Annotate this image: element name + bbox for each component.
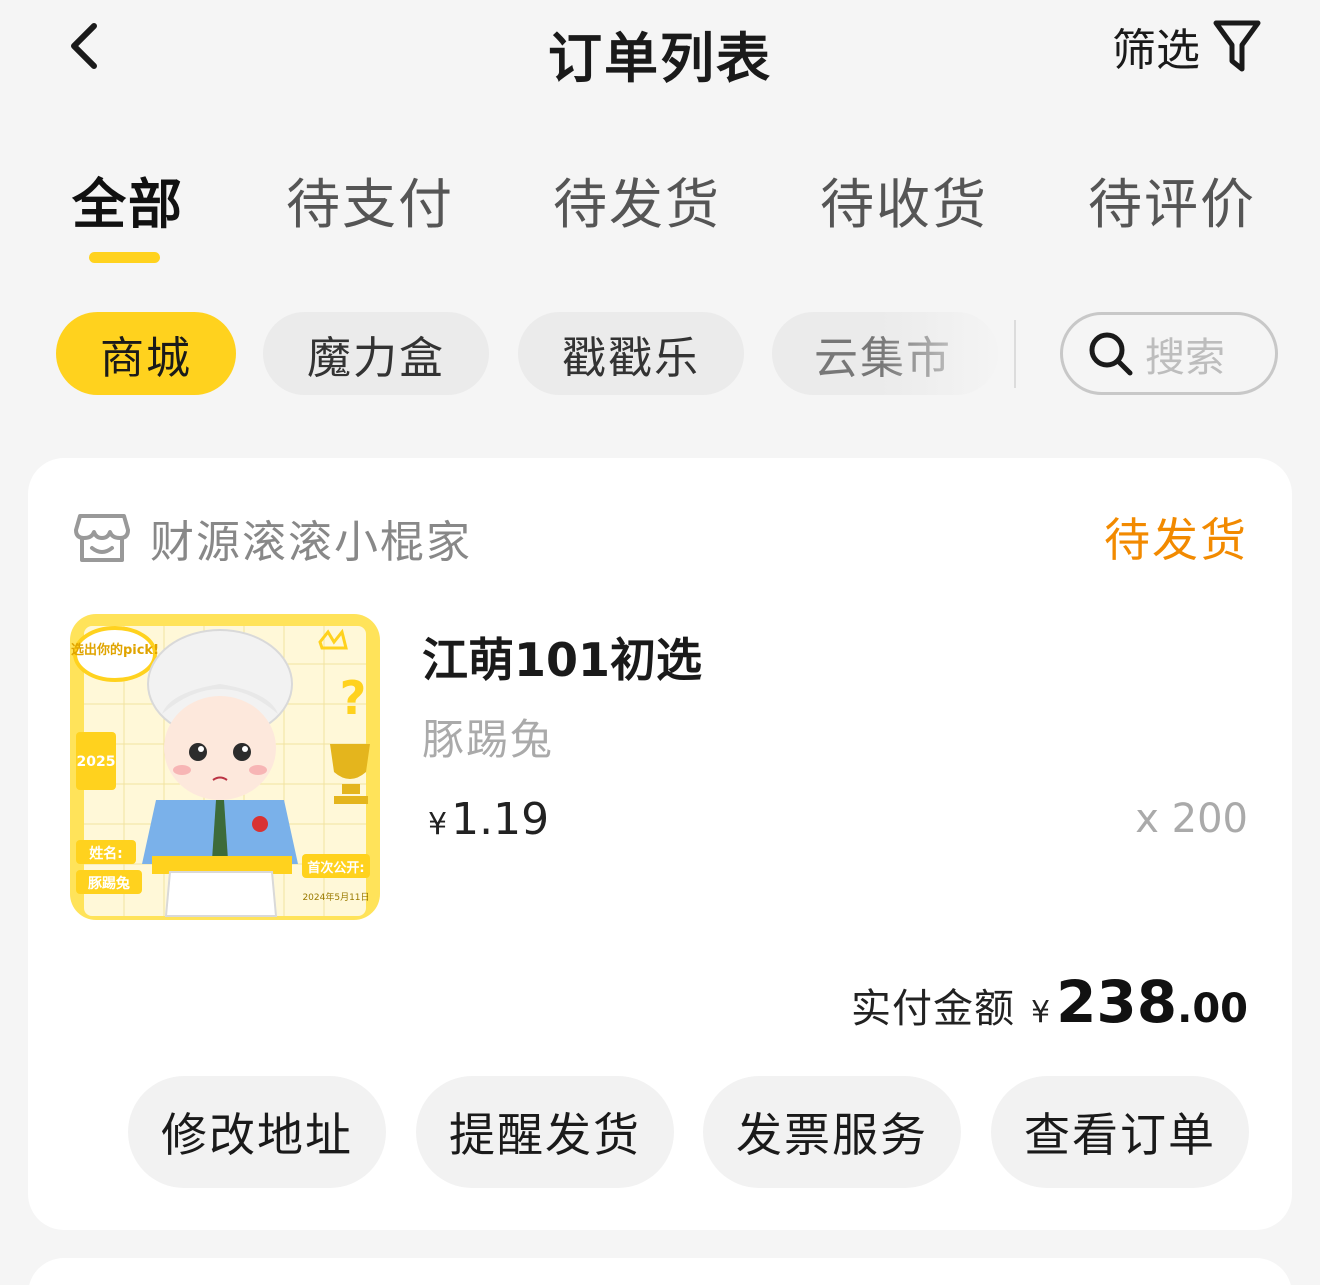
shop-icon — [74, 514, 130, 562]
image-badge-text: 选出你的pick! — [71, 642, 159, 658]
chips-divider — [1014, 320, 1016, 388]
paid-amount-label: 实付金额 — [850, 986, 1015, 1032]
product-name[interactable]: 江萌101初选 — [422, 624, 702, 690]
price-value: 1.19 — [451, 794, 550, 845]
paid-amount-row: 实付金额 ¥ 238 .00 — [851, 968, 1248, 1036]
next-order-card[interactable] — [28, 1258, 1292, 1285]
image-debut-date: 2024年5月11日 — [302, 891, 369, 903]
product-variant: 豚踢兔 — [422, 715, 555, 764]
product-quantity: x 200 — [1135, 796, 1248, 842]
chips-scroll-fade — [880, 312, 1010, 395]
image-name-value: 豚踢兔 — [88, 875, 130, 892]
header: 订单列表 筛选 — [0, 0, 1320, 100]
order-status-badge: 待发货 — [1104, 513, 1248, 567]
chip-poke-fun[interactable]: 戳戳乐 — [518, 312, 744, 395]
image-name-label: 姓名: — [89, 845, 123, 862]
order-card[interactable]: 财源滚滚小棍家 待发货 选出你的pick! 2025 ? 姓名: 豚踢兔 首次公… — [28, 458, 1292, 1230]
filter-icon — [1213, 20, 1261, 72]
product-price: ¥ 1.19 — [428, 794, 549, 845]
paid-amount-integer: 238 — [1056, 968, 1178, 1036]
remind-shipment-button[interactable]: 提醒发货 — [416, 1076, 674, 1188]
image-debut-label: 首次公开: — [307, 860, 364, 876]
image-year-text: 2025 — [77, 754, 116, 770]
filter-label: 筛选 — [1112, 25, 1200, 76]
search-placeholder: 搜索 — [1145, 334, 1225, 381]
order-status-tabs: 全部 待支付 待发货 待收货 待评价 — [0, 160, 1320, 270]
tab-pending-review[interactable]: 待评价 — [1088, 160, 1256, 239]
search-icon — [1089, 332, 1133, 375]
tab-all[interactable]: 全部 — [72, 160, 184, 239]
shop-row[interactable]: 财源滚滚小棍家 — [72, 506, 472, 570]
modify-address-button[interactable]: 修改地址 — [128, 1076, 386, 1188]
price-currency: ¥ — [428, 807, 448, 842]
search-input[interactable]: 搜索 — [1060, 312, 1278, 395]
invoice-service-button[interactable]: 发票服务 — [703, 1076, 961, 1188]
chip-mall[interactable]: 商城 — [56, 312, 236, 395]
tab-pending-receipt[interactable]: 待收货 — [820, 160, 988, 239]
tab-pending-shipment[interactable]: 待发货 — [553, 160, 721, 239]
doll-product-picture: 选出你的pick! 2025 ? 姓名: 豚踢兔 首次公开: 2024年5月11… — [70, 614, 380, 920]
view-order-button[interactable]: 查看订单 — [991, 1076, 1249, 1188]
chip-magic-box[interactable]: 魔力盒 — [263, 312, 489, 395]
category-chips: 商城 魔力盒 戳戳乐 云集市 搜索 — [0, 312, 1320, 398]
tab-pending-payment[interactable]: 待支付 — [286, 160, 454, 239]
active-tab-indicator — [89, 252, 160, 263]
paid-currency: ¥ — [1030, 995, 1051, 1030]
paid-amount-decimal: .00 — [1177, 986, 1248, 1032]
filter-button[interactable]: 筛选 — [1112, 14, 1262, 78]
shop-name: 财源滚滚小棍家 — [150, 517, 472, 568]
svg-text:?: ? — [340, 671, 367, 725]
product-image[interactable]: 选出你的pick! 2025 ? 姓名: 豚踢兔 首次公开: 2024年5月11… — [70, 614, 380, 920]
